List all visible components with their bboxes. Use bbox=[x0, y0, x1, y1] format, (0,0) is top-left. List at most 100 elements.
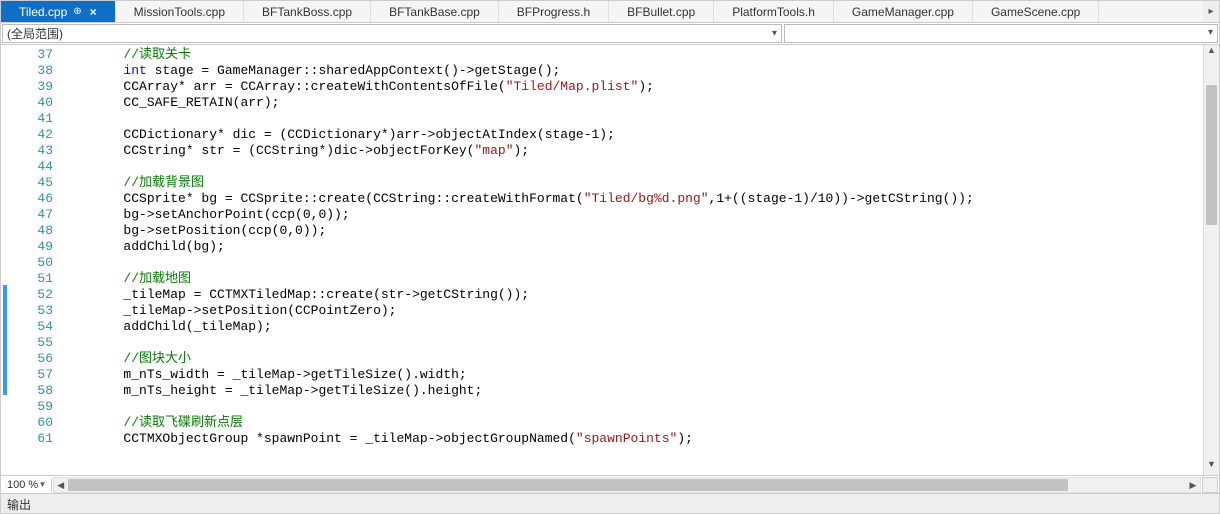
token-plain: CC_SAFE_RETAIN(arr); bbox=[123, 95, 279, 110]
tab-label: GameScene.cpp bbox=[991, 5, 1080, 19]
tab-bar: Tiled.cpp⊕×MissionTools.cppBFTankBoss.cp… bbox=[1, 1, 1219, 23]
token-str: "map" bbox=[474, 143, 513, 158]
code-line: //读取关卡 bbox=[61, 47, 1203, 63]
zoom-label: 100 % bbox=[7, 479, 38, 491]
line-number: 57 bbox=[17, 367, 53, 383]
scope-bar: (全局范围) bbox=[1, 23, 1219, 45]
code-line: addChild(_tileMap); bbox=[61, 319, 1203, 335]
tab-missiontools-cpp[interactable]: MissionTools.cpp bbox=[116, 1, 244, 22]
line-number: 51 bbox=[17, 271, 53, 287]
change-marker bbox=[3, 285, 7, 395]
tab-tiled-cpp[interactable]: Tiled.cpp⊕× bbox=[1, 1, 116, 22]
line-number: 46 bbox=[17, 191, 53, 207]
pin-icon[interactable]: ⊕ bbox=[73, 6, 81, 17]
token-str: "spawnPoints" bbox=[576, 431, 677, 446]
line-number: 56 bbox=[17, 351, 53, 367]
code-line: //加载背景图 bbox=[61, 175, 1203, 191]
code-line: //加载地图 bbox=[61, 271, 1203, 287]
tab-bfprogress-h[interactable]: BFProgress.h bbox=[499, 1, 609, 22]
code-line: _tileMap = CCTMXTiledMap::create(str->ge… bbox=[61, 287, 1203, 303]
code-line: addChild(bg); bbox=[61, 239, 1203, 255]
code-line: CCDictionary* dic = (CCDictionary*)arr->… bbox=[61, 127, 1203, 143]
code-line: m_nTs_width = _tileMap->getTileSize().wi… bbox=[61, 367, 1203, 383]
code-line: _tileMap->setPosition(CCPointZero); bbox=[61, 303, 1203, 319]
tab-label: BFProgress.h bbox=[517, 5, 590, 19]
line-number: 40 bbox=[17, 95, 53, 111]
code-line: CCString* str = (CCString*)dic->objectFo… bbox=[61, 143, 1203, 159]
tab-gamescene-cpp[interactable]: GameScene.cpp bbox=[973, 1, 1099, 22]
line-number: 54 bbox=[17, 319, 53, 335]
code-line bbox=[61, 335, 1203, 351]
code-line: m_nTs_height = _tileMap->getTileSize().h… bbox=[61, 383, 1203, 399]
horizontal-scrollbar[interactable]: ◀ ▶ bbox=[53, 477, 1201, 493]
token-plain: ,1+((stage-1)/10))->getCString()); bbox=[709, 191, 974, 206]
vertical-scrollbar[interactable]: ▲ ▼ bbox=[1203, 45, 1219, 475]
code-line: CC_SAFE_RETAIN(arr); bbox=[61, 95, 1203, 111]
tab-bftankbase-cpp[interactable]: BFTankBase.cpp bbox=[371, 1, 499, 22]
token-str: "Tiled/bg%d.png" bbox=[584, 191, 709, 206]
code-line: //图块大小 bbox=[61, 351, 1203, 367]
token-plain: bg->setAnchorPoint(ccp(0,0)); bbox=[123, 207, 349, 222]
token-plain: ); bbox=[638, 79, 654, 94]
scroll-up-arrow[interactable]: ▲ bbox=[1204, 45, 1219, 61]
line-number: 53 bbox=[17, 303, 53, 319]
output-panel-header[interactable]: 输出 bbox=[1, 493, 1219, 513]
tab-bfbullet-cpp[interactable]: BFBullet.cpp bbox=[609, 1, 714, 22]
token-plain: CCTMXObjectGroup *spawnPoint = _tileMap-… bbox=[123, 431, 575, 446]
tab-platformtools-h[interactable]: PlatformTools.h bbox=[714, 1, 834, 22]
hscroll-left-arrow[interactable]: ◀ bbox=[54, 478, 68, 492]
tab-label: BFTankBase.cpp bbox=[389, 5, 480, 19]
code-content[interactable]: //读取关卡 int stage = GameManager::sharedAp… bbox=[61, 45, 1203, 475]
line-number: 49 bbox=[17, 239, 53, 255]
hscroll-thumb[interactable] bbox=[68, 479, 1068, 491]
output-panel-title: 输出 bbox=[7, 498, 31, 512]
code-line bbox=[61, 399, 1203, 415]
line-number: 41 bbox=[17, 111, 53, 127]
scope-dropdown[interactable]: (全局范围) bbox=[2, 24, 782, 43]
token-plain: CCArray* arr = CCArray::createWithConten… bbox=[123, 79, 505, 94]
zoom-dropdown[interactable]: 100 % bbox=[1, 479, 52, 491]
split-view-button[interactable] bbox=[1202, 477, 1218, 493]
member-dropdown[interactable] bbox=[784, 24, 1218, 43]
tab-scroll-right[interactable]: ▸ bbox=[1203, 1, 1219, 22]
line-number: 38 bbox=[17, 63, 53, 79]
line-number: 43 bbox=[17, 143, 53, 159]
vscroll-thumb[interactable] bbox=[1206, 85, 1217, 225]
code-line bbox=[61, 111, 1203, 127]
code-area: 3738394041424344454647484950515253545556… bbox=[1, 45, 1219, 475]
token-cm: //加载地图 bbox=[123, 271, 191, 286]
token-plain: CCSprite* bg = CCSprite::create(CCString… bbox=[123, 191, 583, 206]
tab-gamemanager-cpp[interactable]: GameManager.cpp bbox=[834, 1, 973, 22]
hscroll-right-arrow[interactable]: ▶ bbox=[1186, 478, 1200, 492]
line-number: 47 bbox=[17, 207, 53, 223]
line-number: 58 bbox=[17, 383, 53, 399]
line-number: 59 bbox=[17, 399, 53, 415]
code-line bbox=[61, 255, 1203, 271]
tab-label: MissionTools.cpp bbox=[134, 5, 225, 19]
token-plain: CCDictionary* dic = (CCDictionary*)arr->… bbox=[123, 127, 614, 142]
code-line: CCTMXObjectGroup *spawnPoint = _tileMap-… bbox=[61, 431, 1203, 447]
line-number-gutter: 3738394041424344454647484950515253545556… bbox=[17, 45, 61, 475]
tab-bftankboss-cpp[interactable]: BFTankBoss.cpp bbox=[244, 1, 371, 22]
code-line: //读取飞碟刷新点层 bbox=[61, 415, 1203, 431]
token-plain: ); bbox=[677, 431, 693, 446]
token-plain: stage = GameManager::sharedAppContext()-… bbox=[147, 63, 560, 78]
token-cm: //读取飞碟刷新点层 bbox=[123, 415, 243, 430]
line-number: 61 bbox=[17, 431, 53, 447]
token-plain: m_nTs_height = _tileMap->getTileSize().h… bbox=[123, 383, 482, 398]
code-line: int stage = GameManager::sharedAppContex… bbox=[61, 63, 1203, 79]
line-number: 60 bbox=[17, 415, 53, 431]
token-plain: bg->setPosition(ccp(0,0)); bbox=[123, 223, 326, 238]
token-str: "Tiled/Map.plist" bbox=[506, 79, 639, 94]
token-plain: ); bbox=[514, 143, 530, 158]
close-icon[interactable]: × bbox=[90, 5, 97, 19]
tab-label: PlatformTools.h bbox=[732, 5, 815, 19]
line-number: 37 bbox=[17, 47, 53, 63]
line-number: 52 bbox=[17, 287, 53, 303]
token-plain: _tileMap->setPosition(CCPointZero); bbox=[123, 303, 396, 318]
token-kw: int bbox=[123, 63, 146, 78]
tab-label: BFBullet.cpp bbox=[627, 5, 695, 19]
token-plain: _tileMap = CCTMXTiledMap::create(str->ge… bbox=[123, 287, 529, 302]
token-plain: addChild(bg); bbox=[123, 239, 224, 254]
scroll-down-arrow[interactable]: ▼ bbox=[1204, 459, 1219, 475]
